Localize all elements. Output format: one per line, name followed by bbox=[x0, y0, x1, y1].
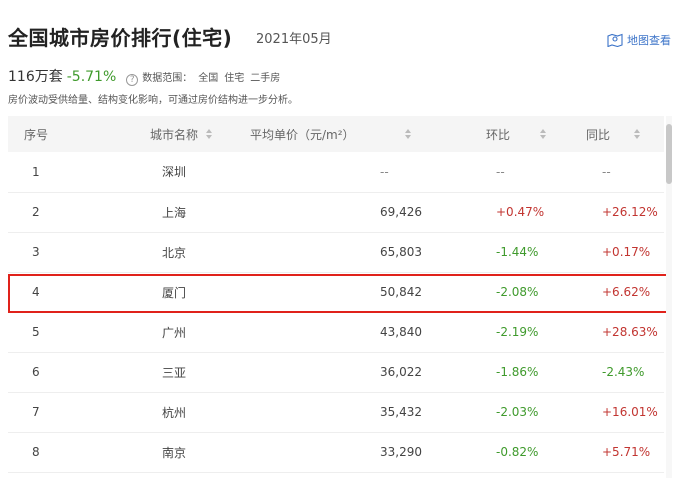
table-row[interactable]: 2 上海 69,426 +0.47% +26.12% bbox=[8, 192, 664, 232]
rank-cell: 6 bbox=[32, 365, 40, 379]
yoy-cell: +28.63% bbox=[602, 325, 658, 339]
price-cell: 33,290 bbox=[380, 445, 422, 459]
scope-property-type: 住宅 bbox=[224, 73, 245, 84]
price-cell: 36,022 bbox=[380, 365, 422, 379]
summary-line: 116万套 -5.71% ? 数据范围： 全国 住宅 二手房 bbox=[8, 66, 280, 86]
rank-cell: 7 bbox=[32, 405, 40, 419]
rank-cell: 1 bbox=[32, 164, 40, 179]
mom-cell: -1.44% bbox=[496, 245, 539, 259]
city-cell: 深圳 bbox=[162, 165, 187, 180]
price-cell: 69,426 bbox=[380, 205, 422, 219]
city-cell: 北京 bbox=[162, 245, 187, 260]
column-header-rank: 序号 bbox=[24, 127, 49, 142]
yoy-cell: +26.12% bbox=[602, 205, 658, 219]
rank-cell: 3 bbox=[32, 245, 40, 259]
price-cell: 65,803 bbox=[380, 245, 422, 259]
price-cell: 43,840 bbox=[380, 325, 422, 339]
price-cell: 35,432 bbox=[380, 405, 422, 419]
map-view-link[interactable]: 地图查看 bbox=[607, 31, 671, 49]
house-price-ranking-page: 全国城市房价排行(住宅) 2021年05月 地图查看 116万套 -5.71% … bbox=[0, 0, 681, 478]
yoy-cell: +6.62% bbox=[602, 285, 651, 299]
yoy-cell: -2.43% bbox=[602, 365, 645, 379]
scope-market: 二手房 bbox=[250, 73, 281, 84]
rank-cell: 5 bbox=[32, 325, 40, 339]
table-body: 1 深圳 -- -- -- 2 上海 69,426 +0.47% +26.12% 3 北京 65,803… bbox=[8, 152, 664, 472]
table-row[interactable]: 1 深圳 -- -- -- bbox=[8, 152, 664, 192]
rank-cell: 2 bbox=[32, 205, 40, 219]
table-header-row: 序号 城市名称 平均单价（元/m²） 环比 同比 bbox=[8, 116, 664, 152]
column-header-city[interactable]: 城市名称 bbox=[70, 116, 230, 152]
total-change: -5.71% bbox=[66, 69, 117, 85]
price-cell: -- bbox=[380, 164, 389, 179]
sort-icon[interactable] bbox=[206, 129, 213, 139]
table-row[interactable]: 3 北京 65,803 -1.44% +0.17% bbox=[8, 232, 664, 272]
scope-label: 数据范围： bbox=[142, 73, 193, 84]
mom-cell: -0.82% bbox=[496, 445, 539, 459]
mom-cell: -- bbox=[496, 164, 505, 179]
mom-cell: -1.86% bbox=[496, 365, 539, 379]
header: 全国城市房价排行(住宅) 2021年05月 地图查看 bbox=[0, 0, 681, 60]
rank-cell: 4 bbox=[32, 285, 40, 299]
table-row[interactable]: 5 广州 43,840 -2.19% +28.63% bbox=[8, 312, 664, 352]
rank-cell: 8 bbox=[32, 445, 40, 459]
city-cell: 杭州 bbox=[162, 405, 187, 420]
city-cell: 三亚 bbox=[162, 365, 187, 380]
price-cell: 50,842 bbox=[380, 285, 422, 299]
table-row[interactable]: 7 杭州 35,432 -2.03% +16.01% bbox=[8, 392, 664, 432]
yoy-cell: +5.71% bbox=[602, 445, 651, 459]
mom-cell: +0.47% bbox=[496, 205, 545, 219]
table-row[interactable]: 6 三亚 36,022 -1.86% -2.43% bbox=[8, 352, 664, 392]
map-pin-icon bbox=[607, 33, 623, 47]
city-cell: 厦门 bbox=[162, 285, 187, 300]
column-header-price[interactable]: 平均单价（元/m²） bbox=[230, 116, 438, 152]
mom-cell: -2.08% bbox=[496, 285, 539, 299]
total-listings: 116万套 bbox=[8, 69, 63, 85]
sort-icon[interactable] bbox=[404, 129, 411, 139]
scope-region: 全国 bbox=[198, 73, 219, 84]
ranking-table-container: 序号 城市名称 平均单价（元/m²） 环比 同比 1 深圳 -- -- -- 2 上海 69,… bbox=[8, 116, 672, 478]
yoy-cell: +16.01% bbox=[602, 405, 658, 419]
column-header-yoy[interactable]: 同比 bbox=[554, 116, 664, 152]
help-icon[interactable]: ? bbox=[126, 74, 139, 86]
mom-cell: -2.03% bbox=[496, 405, 539, 419]
scrollbar-thumb[interactable] bbox=[666, 124, 672, 184]
city-cell: 广州 bbox=[162, 325, 187, 340]
sort-icon[interactable] bbox=[634, 129, 641, 139]
table-scrollbar[interactable] bbox=[666, 116, 672, 478]
sort-icon[interactable] bbox=[540, 129, 547, 139]
table-row[interactable]: 8 南京 33,290 -0.82% +5.71% bbox=[8, 432, 664, 472]
mom-cell: -2.19% bbox=[496, 325, 539, 339]
city-cell: 上海 bbox=[162, 205, 187, 220]
page-title: 全国城市房价排行(住宅) bbox=[8, 26, 233, 50]
table-row[interactable]: 4 厦门 50,842 -2.08% +6.62% bbox=[8, 272, 664, 312]
yoy-cell: +0.17% bbox=[602, 245, 651, 259]
report-date: 2021年05月 bbox=[256, 32, 332, 47]
column-header-mom[interactable]: 环比 bbox=[438, 116, 554, 152]
yoy-cell: -- bbox=[602, 164, 611, 179]
ranking-table: 序号 城市名称 平均单价（元/m²） 环比 同比 1 深圳 -- -- -- 2 上海 69,… bbox=[8, 116, 664, 473]
map-view-label: 地图查看 bbox=[627, 34, 671, 47]
city-cell: 南京 bbox=[162, 445, 187, 460]
analysis-note: 房价波动受供给量、结构变化影响，可通过房价结构进一步分析。 bbox=[8, 95, 298, 106]
